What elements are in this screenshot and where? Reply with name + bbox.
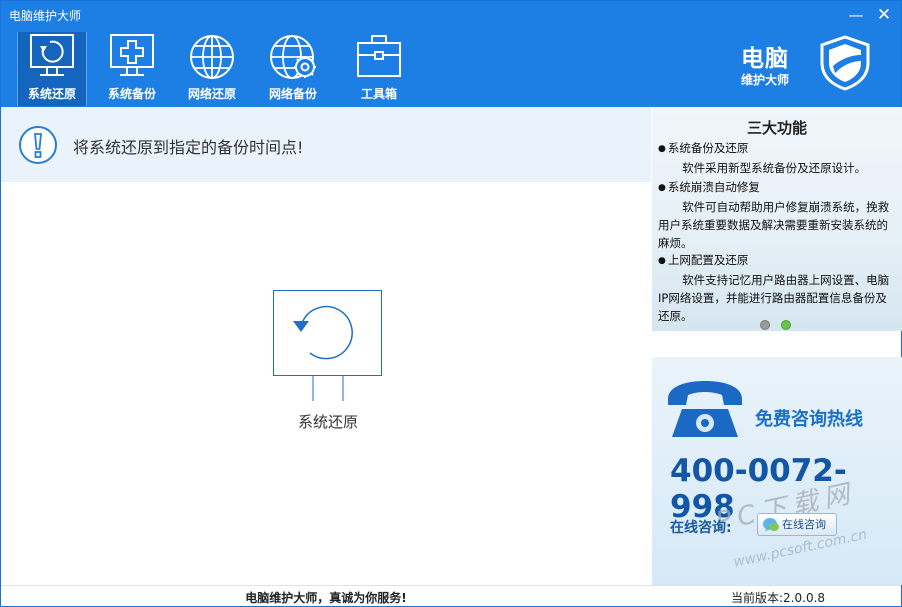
online-consult-button[interactable]: 在线咨询 <box>757 513 837 536</box>
system-backup-icon <box>110 34 154 76</box>
notice-text: 将系统还原到指定的备份时间点! <box>73 138 304 157</box>
features-panel: 三大功能 系统备份及还原 软件采用新型系统备份及还原设计。 系统崩溃自动修复 软… <box>652 107 902 331</box>
hotline-title: 免费咨询热线 <box>755 409 863 430</box>
tab-label: 工具箱 <box>360 87 397 101</box>
logo-text-main: 电脑 <box>741 46 789 72</box>
restore-action[interactable]: 系统还原 <box>273 290 383 431</box>
tab-system-restore[interactable]: 系统还原 <box>17 32 87 106</box>
feature-item: 系统崩溃自动修复 软件可自动帮助用户修复崩溃系统，挽救用户系统重要数据及解决需要… <box>658 178 898 252</box>
carousel-dot[interactable] <box>760 320 770 330</box>
header-bar: 电脑维护大师 — ✕ 系统还原 系统备份 网络还原 网络备份 工具箱 电脑 维护… <box>1 1 901 107</box>
hotline-panel: 免费咨询热线 400-0072-998 PC下载网 www.pcsoft.com… <box>652 357 902 585</box>
feature-item: 上网配置及还原 软件支持记忆用户路由器上网设置、电脑IP网络设置，并能进行路由器… <box>658 251 898 325</box>
tab-label: 系统还原 <box>27 87 76 101</box>
shield-icon <box>820 35 870 91</box>
exclamation-icon <box>19 126 57 164</box>
tab-network-backup[interactable]: 网络备份 <box>257 32 329 106</box>
version-label: 当前版本:2.0.0.8 <box>731 591 826 605</box>
network-restore-icon <box>190 35 234 79</box>
tab-system-backup[interactable]: 系统备份 <box>97 32 167 106</box>
consult-label: 在线咨询: <box>670 520 732 536</box>
tab-label: 网络备份 <box>268 87 317 101</box>
consult-button-label: 在线咨询 <box>782 518 826 531</box>
tab-label: 网络还原 <box>187 87 236 101</box>
minimize-button[interactable]: — <box>845 5 867 25</box>
chat-icon <box>763 518 779 532</box>
restore-label: 系统还原 <box>297 413 358 431</box>
logo-text-sub: 维护大师 <box>741 73 790 87</box>
carousel-dot-active[interactable] <box>781 320 792 330</box>
app-logo: 电脑 维护大师 <box>741 35 871 93</box>
tab-toolbox[interactable]: 工具箱 <box>344 32 414 106</box>
features-title: 三大功能 <box>746 119 807 137</box>
system-restore-icon <box>30 34 74 76</box>
window-title: 电脑维护大师 <box>9 9 82 23</box>
feature-title: 系统备份及还原 <box>658 139 898 159</box>
app-window: 电脑维护大师 — ✕ 系统还原 系统备份 网络还原 网络备份 工具箱 电脑 维护… <box>0 0 902 607</box>
network-backup-icon <box>270 35 316 79</box>
status-slogan: 电脑维护大师，真诚为你服务! <box>245 591 407 605</box>
carousel-dots <box>760 315 797 334</box>
feature-item: 系统备份及还原 软件采用新型系统备份及还原设计。 <box>658 139 898 177</box>
feature-desc: 软件可自动帮助用户修复崩溃系统，挽救用户系统重要数据及解决需要重新安装系统的麻烦… <box>658 200 890 250</box>
status-bar: 电脑维护大师，真诚为你服务! 当前版本:2.0.0.8 <box>1 585 901 606</box>
system-restore-icon[interactable] <box>273 290 383 402</box>
telephone-icon <box>668 381 742 437</box>
tab-network-restore[interactable]: 网络还原 <box>177 32 247 106</box>
notice-bar: 将系统还原到指定的备份时间点! <box>1 107 651 182</box>
feature-title: 系统崩溃自动修复 <box>658 178 898 198</box>
feature-title: 上网配置及还原 <box>658 251 898 271</box>
feature-desc: 软件采用新型系统备份及还原设计。 <box>682 161 867 175</box>
close-button[interactable]: ✕ <box>873 5 895 25</box>
tab-label: 系统备份 <box>107 87 156 101</box>
toolbox-icon <box>357 35 401 77</box>
